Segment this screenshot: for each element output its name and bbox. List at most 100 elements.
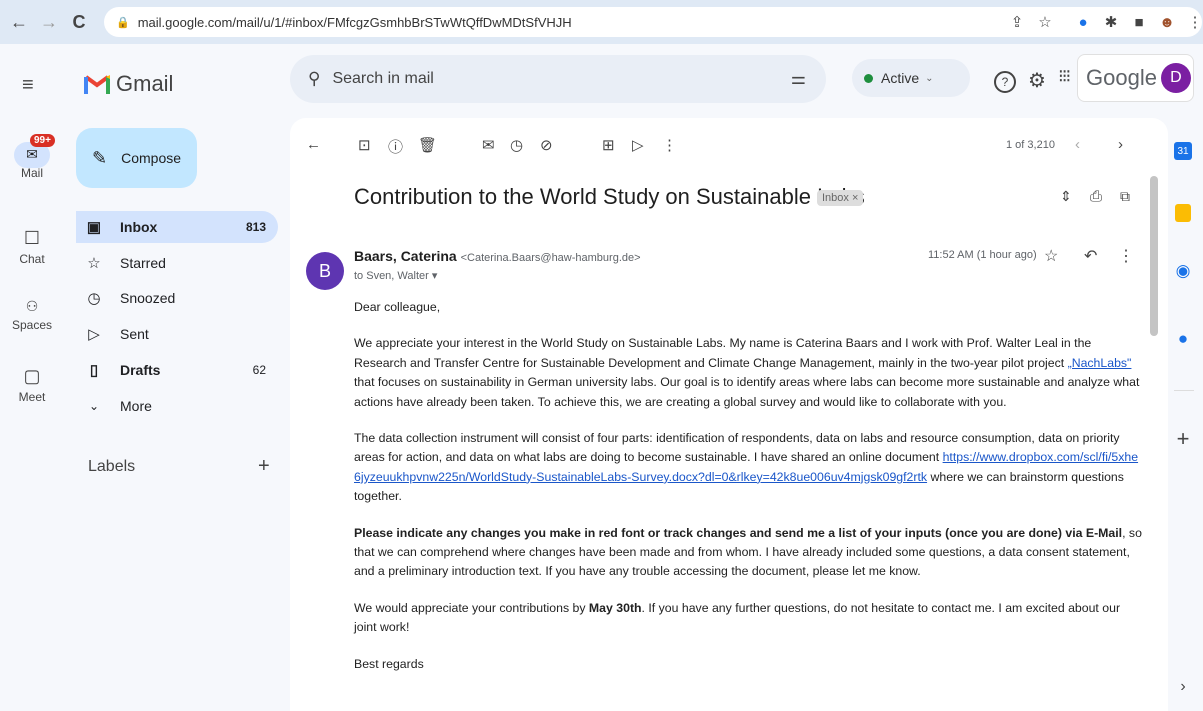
compose-label: Compose (121, 150, 182, 166)
newer-chevron-icon[interactable]: ‹ (1075, 136, 1080, 153)
recipients-dropdown[interactable]: to Sven, Walter ▾ (354, 269, 437, 282)
tasks-icon[interactable]: ◉ (1172, 260, 1194, 282)
add-to-tasks-icon[interactable]: ⊘ (540, 136, 553, 154)
archive-icon[interactable]: ⊡ (358, 136, 371, 154)
older-chevron-icon[interactable]: › (1118, 136, 1123, 153)
more-options-icon[interactable]: ⋮ (662, 136, 677, 154)
keep-icon[interactable] (1175, 204, 1191, 222)
chat-icon: ☐ (23, 228, 41, 248)
p4-text-a: We would appreciate your contributions b… (354, 600, 589, 615)
snooze-icon[interactable]: ◷ (510, 136, 523, 154)
profile-icon[interactable]: ☻ (1156, 11, 1178, 33)
email-subject: Contribution to the World Study on Susta… (354, 184, 865, 209)
back-arrow-icon[interactable]: ← (8, 11, 30, 33)
nav-item-snoozed[interactable]: ◷ Snoozed (76, 282, 278, 314)
google-account-box[interactable]: Google D (1077, 54, 1194, 102)
reload-icon[interactable]: C (68, 11, 90, 33)
search-options-icon[interactable]: ⚌ (791, 69, 806, 89)
pagination-text: 1 of 3,210 (1006, 139, 1055, 151)
settings-gear-icon[interactable]: ⚙ (1028, 68, 1046, 93)
back-to-inbox-icon[interactable]: ← (306, 136, 321, 153)
draft-file-icon: ▯ (89, 362, 99, 379)
send-icon: ▷ (88, 326, 100, 343)
open-in-new-window-icon[interactable]: ⧉ (1120, 188, 1130, 205)
closing: Best regards (354, 656, 424, 671)
hide-side-panel-icon[interactable]: › (1172, 676, 1194, 698)
email-view: ← ⊡ ⓘ 🗑 ✉ ◷ ⊘ ⊞ ▷ ⋮ 1 of 3,210 ‹ › Contr… (290, 118, 1168, 711)
nav-item-inbox[interactable]: ▣ Inbox 813 (76, 211, 278, 243)
gmail-wordmark: Gmail (116, 71, 174, 96)
browser-toolbar: ← → C 🔒 mail.google.com/mail/u/1/#inbox/… (0, 0, 1203, 44)
compose-button[interactable]: ✎ Compose (76, 128, 197, 188)
rail-label-mail: Mail (20, 166, 43, 180)
get-addons-icon[interactable]: + (1172, 426, 1194, 451)
nav-label-inbox: Inbox (120, 219, 158, 235)
inbox-label-chip[interactable]: Inbox × (817, 190, 864, 206)
url-text: mail.google.com/mail/u/1/#inbox/FMfcgzGs… (137, 14, 572, 30)
rail-item-spaces[interactable]: ⚇ Spaces (0, 298, 64, 332)
share-icon[interactable]: ⇪ (1006, 11, 1028, 33)
status-selector[interactable]: Active ⌄ (852, 59, 970, 97)
clock-icon: ◷ (87, 290, 101, 307)
nav-item-more[interactable]: ⌄ More (76, 390, 278, 422)
rail-item-mail[interactable]: ✉ Mail (0, 146, 64, 180)
rail-item-chat[interactable]: ☐ Chat (0, 228, 64, 266)
nav-label-sent: Sent (120, 326, 149, 342)
calendar-icon[interactable]: 31 (1174, 142, 1192, 160)
nav-item-drafts[interactable]: ▯ Drafts 62 (76, 354, 278, 386)
nachlabs-link[interactable]: „NachLabs" (1068, 356, 1132, 370)
spaces-icon: ⚇ (25, 298, 39, 314)
add-label-icon[interactable]: + (258, 455, 270, 478)
delete-icon[interactable]: 🗑 (418, 136, 437, 154)
message-more-icon[interactable]: ⋮ (1118, 246, 1134, 266)
sender-line: Baars, Caterina <Caterina.Baars@haw-hamb… (354, 248, 641, 264)
search-icon[interactable]: ⚲ (308, 69, 320, 89)
p1-text-b: that focuses on sustainability in German… (354, 375, 1140, 409)
p3-bold-text: Please indicate any changes you make in … (354, 525, 1123, 540)
reply-icon[interactable]: ↶ (1084, 246, 1097, 266)
search-bar[interactable]: ⚲ Search in mail ⚌ (290, 55, 826, 103)
star-icon[interactable]: ☆ (1044, 246, 1058, 266)
labels-heading: Labels (88, 458, 136, 475)
email-body: Dear colleague, We appreciate your inter… (354, 298, 1144, 691)
help-icon[interactable]: ? (994, 71, 1016, 93)
sender-name[interactable]: Baars, Caterina (354, 248, 457, 264)
sender-avatar[interactable]: B (306, 252, 344, 290)
nav-item-sent[interactable]: ▷ Sent (76, 318, 278, 350)
sidepanel-icon[interactable]: ■ (1128, 11, 1150, 33)
print-icon[interactable]: ⎙ (1090, 188, 1102, 205)
scrollbar[interactable] (1150, 176, 1158, 336)
drafts-count: 62 (252, 363, 266, 377)
rail-label-meet: Meet (18, 390, 46, 404)
nav-item-starred[interactable]: ☆ Starred (76, 247, 278, 279)
gmail-header: ≡ Gmail ⚲ Search in mail ⚌ Active ⌄ ? ⚙ … (0, 44, 1203, 118)
bookmark-star-icon[interactable]: ☆ (1034, 11, 1056, 33)
nav-label-more: More (120, 398, 152, 414)
label-icon[interactable]: ▷ (632, 136, 644, 154)
contacts-icon[interactable]: ● (1172, 328, 1194, 350)
paragraph-3: Please indicate any changes you make in … (354, 524, 1144, 582)
rail-item-meet[interactable]: ▢ Meet (0, 366, 64, 404)
chevron-down-icon: ⌄ (88, 399, 100, 413)
extension-icon[interactable]: ● (1072, 11, 1094, 33)
report-spam-icon[interactable]: ⓘ (388, 136, 403, 157)
gmail-logo[interactable]: Gmail (84, 71, 173, 97)
pencil-icon: ✎ (92, 147, 108, 168)
rail-label-spaces: Spaces (11, 318, 53, 332)
status-dot (864, 73, 873, 83)
expand-all-icon[interactable]: ⇕ (1060, 188, 1072, 205)
nav-label-starred: Starred (120, 255, 166, 271)
account-avatar[interactable]: D (1160, 63, 1191, 93)
search-input[interactable]: Search in mail (332, 70, 433, 88)
browser-menu-icon[interactable]: ⋮ (1184, 11, 1203, 33)
mark-unread-icon[interactable]: ✉ (482, 136, 495, 154)
sender-email: <Caterina.Baars@haw-hamburg.de> (460, 252, 641, 264)
nav-label-snoozed: Snoozed (120, 290, 176, 306)
move-to-icon[interactable]: ⊞ (602, 136, 615, 154)
forward-arrow-icon[interactable]: → (38, 11, 60, 33)
apps-grid-icon[interactable]: ⁝⁝⁝ (1058, 66, 1071, 87)
main-menu-icon[interactable]: ≡ (22, 74, 34, 97)
google-wordmark: Google (1086, 65, 1157, 90)
extensions-puzzle-icon[interactable]: ✱ (1100, 11, 1122, 33)
side-panel-divider (1174, 390, 1194, 391)
